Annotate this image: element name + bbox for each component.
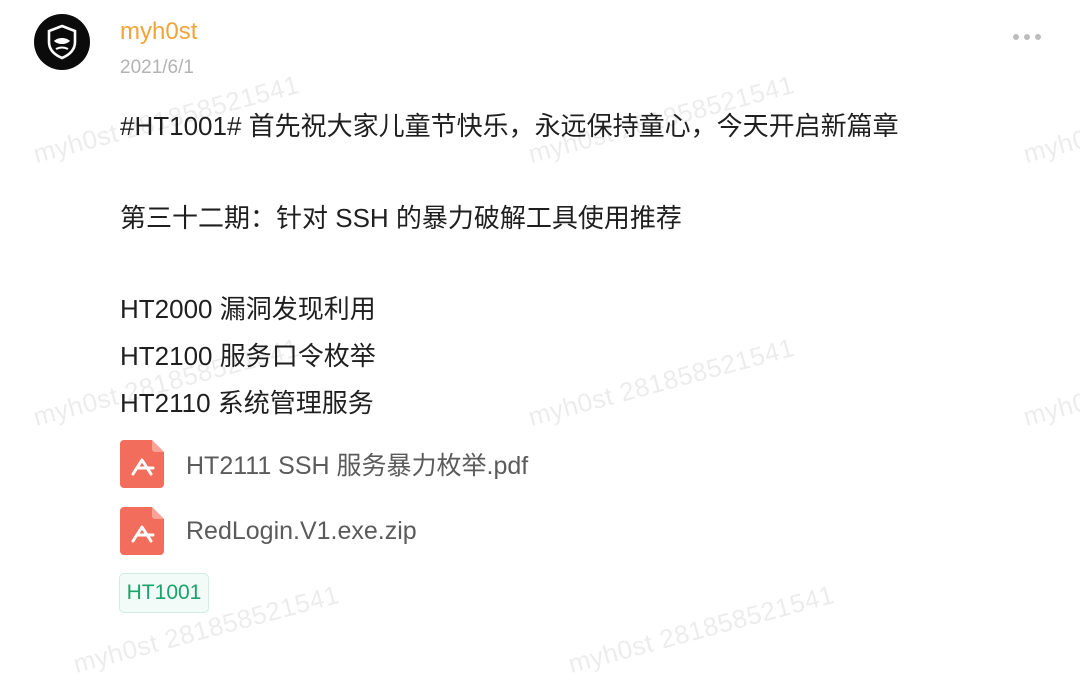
avatar[interactable] — [34, 14, 90, 70]
ellipsis-icon — [1013, 34, 1041, 40]
post-text-line: HT2100 服务口令枚举 — [120, 341, 376, 371]
author-name[interactable]: myh0st — [120, 18, 197, 46]
watermark-text: myh0st 281858521541 — [1020, 69, 1080, 169]
watermark-text: myh0st 281858521541 — [565, 579, 838, 679]
post-text-line: #HT1001# 首先祝大家儿童节快乐，永远保持童心，今天开启新篇章 — [120, 111, 899, 141]
topic-tag[interactable]: HT1001 — [119, 573, 209, 613]
pdf-file-icon — [120, 440, 164, 488]
attachment-name: HT2111 SSH 服务暴力枚举.pdf — [186, 452, 529, 480]
attachment-item[interactable]: RedLogin.V1.exe.zip — [120, 507, 417, 555]
attachment-name: RedLogin.V1.exe.zip — [186, 516, 417, 545]
attachment-item[interactable]: HT2111 SSH 服务暴力枚举.pdf — [120, 440, 528, 488]
shield-logo-icon — [47, 24, 77, 60]
more-options-button[interactable] — [1012, 18, 1042, 46]
watermark-text: myh0st 281858521541 — [525, 332, 798, 432]
post-date: 2021/6/1 — [120, 57, 194, 78]
post-text-line: 第三十二期：针对 SSH 的暴力破解工具使用推荐 — [120, 203, 682, 233]
pdf-file-icon — [120, 507, 164, 555]
watermark-text: myh0st 281858521541 — [1020, 332, 1080, 432]
post-text-line: HT2110 系统管理服务 — [120, 388, 374, 418]
post-text-line: HT2000 漏洞发现利用 — [120, 294, 376, 324]
